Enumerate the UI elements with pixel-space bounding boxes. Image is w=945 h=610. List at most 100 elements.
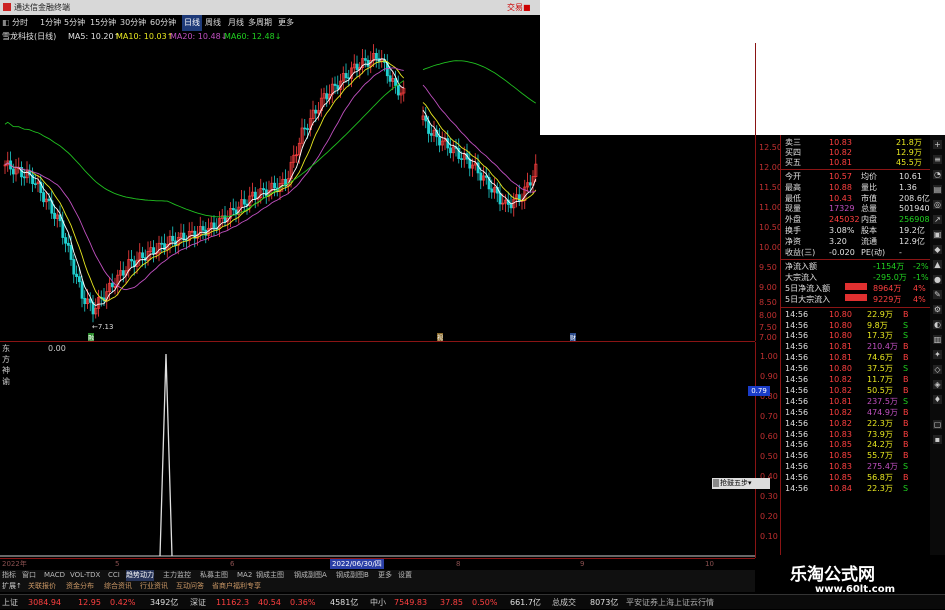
candle-body[interactable]	[374, 53, 378, 59]
side-tool-icon[interactable]: ▲	[933, 260, 942, 269]
bottom-tab[interactable]: 互动问答	[176, 581, 204, 592]
period-tab[interactable]: 1分钟	[40, 15, 61, 31]
bottom-tab[interactable]: 扩展↑	[2, 581, 22, 592]
candle-body[interactable]	[388, 75, 392, 82]
candle-body[interactable]	[262, 188, 266, 191]
candle-body[interactable]	[64, 237, 68, 244]
side-tool-icon[interactable]: ▣	[933, 230, 942, 239]
indicator-tab[interactable]: 主力监控	[163, 570, 191, 581]
candle-body[interactable]	[306, 128, 310, 131]
side-tool-icon[interactable]: ◎	[933, 200, 942, 209]
candle-body[interactable]	[325, 93, 329, 100]
candle-body[interactable]	[253, 191, 257, 200]
candle-body[interactable]	[152, 247, 156, 255]
side-tool-icon[interactable]: ◆	[933, 245, 942, 254]
indicator-tab[interactable]: MACD	[44, 570, 65, 581]
period-tab-selected[interactable]: 日线	[182, 15, 202, 31]
candle-body[interactable]	[264, 189, 268, 197]
candle-body[interactable]	[429, 133, 433, 136]
period-tab[interactable]: 周线	[205, 15, 221, 31]
indicator-tab[interactable]: 窗口	[22, 570, 36, 581]
server-note[interactable]: 平安证券上海上证云行情	[626, 595, 714, 610]
candle-body[interactable]	[363, 58, 367, 61]
period-tab[interactable]: 30分钟	[120, 15, 146, 31]
side-tool-icon[interactable]: ▥	[933, 335, 942, 344]
candle-body[interactable]	[47, 198, 51, 202]
indicator-tab[interactable]: 钢成副图B	[336, 570, 369, 581]
indicator-tab-selected[interactable]: 趋势动力	[126, 570, 154, 581]
side-tool-icon[interactable]: ▢	[933, 420, 942, 429]
side-tool-icon[interactable]: ♦	[933, 395, 942, 404]
candle-body[interactable]	[314, 109, 318, 114]
period-tab[interactable]: 月线	[228, 15, 244, 31]
indicator-chart[interactable]	[0, 342, 755, 558]
candle-body[interactable]	[75, 273, 79, 277]
side-tool-icon[interactable]: ✎	[933, 290, 942, 299]
candle-body[interactable]	[33, 183, 37, 186]
candle-body[interactable]	[53, 212, 57, 219]
candle-body[interactable]	[72, 259, 76, 275]
candle-body[interactable]	[141, 252, 145, 259]
candle-body[interactable]	[11, 168, 15, 175]
candle-body[interactable]	[528, 182, 532, 186]
candle-body[interactable]	[231, 208, 235, 211]
side-tool-icon[interactable]: ◔	[933, 170, 942, 179]
bottom-tab[interactable]: 行业资讯	[140, 581, 168, 592]
side-tool-icon[interactable]: ≡	[933, 155, 942, 164]
bottom-tab[interactable]: 资金分布	[66, 581, 94, 592]
candle-body[interactable]	[509, 204, 513, 209]
sz-index-label[interactable]: 深证	[190, 595, 206, 610]
toolbar-icon[interactable]: ◧	[2, 15, 10, 31]
candle-body[interactable]	[66, 242, 70, 246]
trade-link[interactable]: 交易■	[507, 0, 531, 15]
candle-body[interactable]	[201, 226, 205, 231]
indicator-tab[interactable]: 设置	[398, 570, 412, 581]
candle-body[interactable]	[80, 281, 84, 299]
side-tool-icon[interactable]: ↗	[933, 215, 942, 224]
candle-body[interactable]	[449, 147, 453, 154]
candle-body[interactable]	[479, 172, 483, 181]
side-tool-icon[interactable]: ⚙	[933, 305, 942, 314]
bottom-tab[interactable]: 关联报价	[28, 581, 56, 592]
candle-body[interactable]	[77, 276, 81, 283]
sh-index-label[interactable]: 上证	[2, 595, 18, 610]
period-tab[interactable]: 60分钟	[150, 15, 176, 31]
candle-body[interactable]	[121, 270, 125, 276]
indicator-popup[interactable]: 抢鼓五步▾	[712, 478, 770, 489]
kline-chart[interactable]: ←7.13 融 视 财	[0, 43, 755, 342]
indicator-tab[interactable]: 指标	[2, 570, 16, 581]
candle-body[interactable]	[273, 182, 277, 189]
bottom-tab[interactable]: 综合资讯	[104, 581, 132, 592]
side-tool-icon[interactable]: ▪	[933, 435, 942, 444]
candle-body[interactable]	[490, 188, 494, 193]
side-tool-icon[interactable]: +	[933, 140, 942, 149]
period-tab[interactable]: 多周期	[248, 15, 272, 31]
indicator-tab[interactable]: CCI	[108, 570, 120, 581]
candle-body[interactable]	[130, 259, 134, 262]
indicator-tab[interactable]: 私募主图	[200, 570, 228, 581]
candle-body[interactable]	[212, 222, 216, 229]
indicator-tab[interactable]: MA2	[237, 570, 252, 581]
bottom-tab[interactable]: 省商户福利专享	[212, 581, 261, 592]
period-tab[interactable]: 分时	[12, 15, 28, 31]
side-tool-icon[interactable]: ●	[933, 275, 942, 284]
order-book-row[interactable]: 买五 10.81 45.5万	[781, 157, 931, 168]
side-tool-icon[interactable]: ◇	[933, 365, 942, 374]
candle-body[interactable]	[460, 158, 464, 160]
period-tab[interactable]: 5分钟	[64, 15, 85, 31]
candle-body[interactable]	[355, 63, 359, 70]
candle-body[interactable]	[171, 235, 175, 242]
candle-body[interactable]	[83, 297, 87, 305]
candle-body[interactable]	[160, 242, 164, 245]
candle-body[interactable]	[366, 59, 370, 67]
indicator-tab[interactable]: 钢成主图	[256, 570, 284, 581]
candle-body[interactable]	[396, 85, 400, 96]
side-tool-icon[interactable]: ✦	[933, 350, 942, 359]
candle-body[interactable]	[344, 73, 348, 79]
candle-body[interactable]	[110, 282, 114, 288]
candle-body[interactable]	[303, 127, 307, 130]
candle-body[interactable]	[69, 245, 73, 260]
indicator-tab[interactable]: VOL-TDX	[70, 570, 100, 581]
candle-body[interactable]	[333, 83, 337, 86]
indicator-tab[interactable]: 更多	[378, 570, 392, 581]
